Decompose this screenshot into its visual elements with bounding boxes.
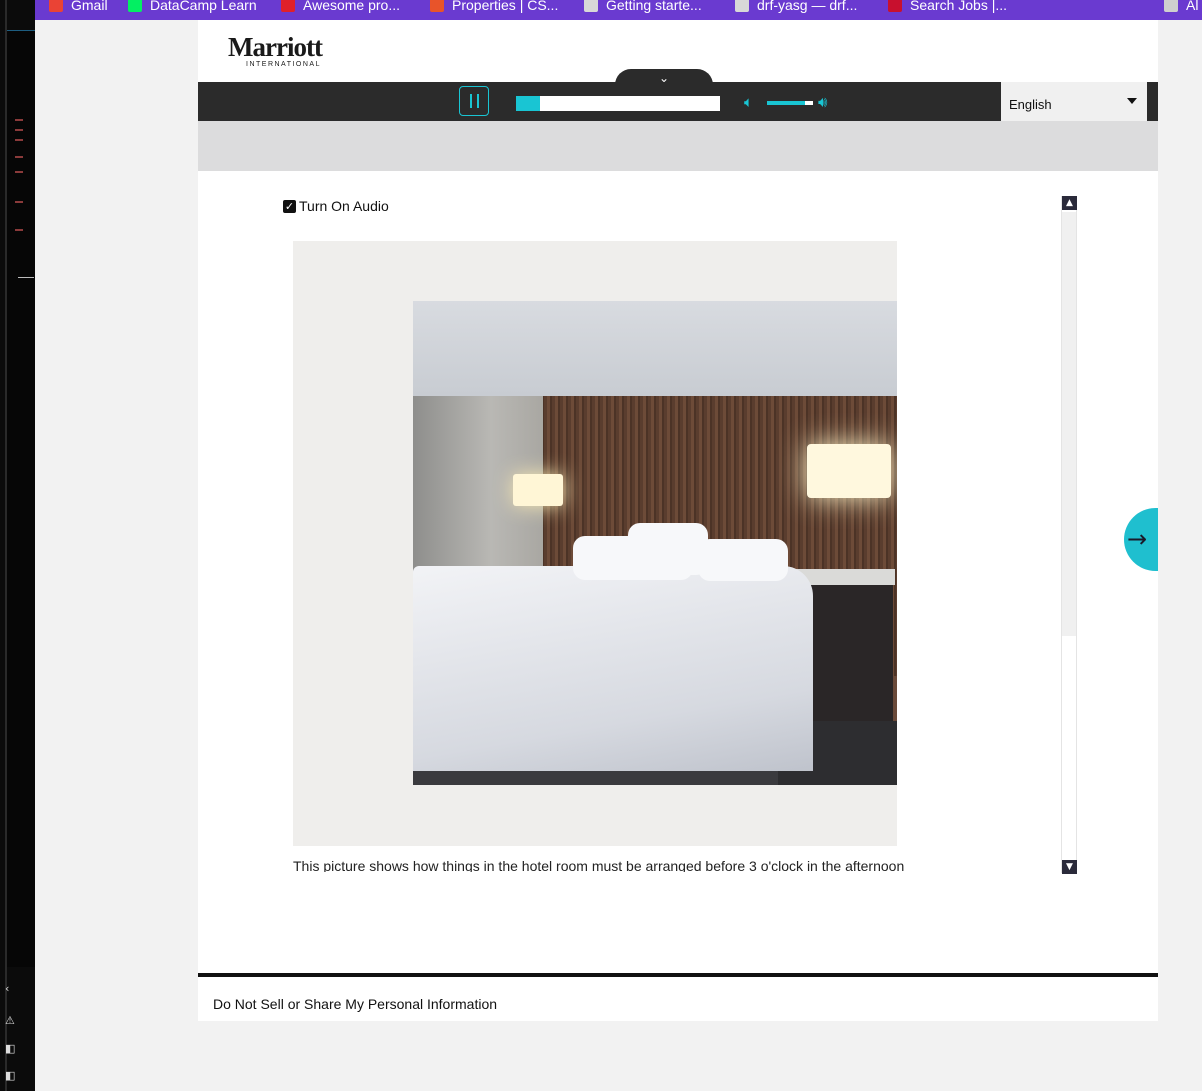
bookmark-drf-yasg[interactable]: drf-yasg — drf...: [735, 0, 857, 15]
panel-mark: [15, 229, 23, 231]
marriott-logo: Marriott INTERNATIONAL: [228, 34, 328, 70]
cube-icon[interactable]: ◧: [5, 1070, 15, 1081]
bookmark-folder[interactable]: Al: [1164, 0, 1198, 15]
photo-pillow: [698, 539, 788, 581]
photo-lamp-right: [807, 444, 891, 498]
jobs-icon: [888, 0, 902, 12]
cube-icon[interactable]: ◧: [5, 1043, 15, 1054]
bookmark-getting-started[interactable]: Getting starte...: [584, 0, 702, 15]
volume-slider[interactable]: [767, 101, 813, 105]
volume-fill: [767, 101, 805, 105]
content-scrollbar[interactable]: ▲ ▼: [1061, 196, 1077, 874]
audio-toggle-label: Turn On Audio: [299, 198, 389, 214]
privacy-link[interactable]: Do Not Sell or Share My Personal Informa…: [213, 996, 497, 1012]
pause-icon: [476, 94, 479, 108]
bookmark-label: DataCamp Learn: [150, 0, 257, 13]
scroll-up-icon[interactable]: ▲: [1062, 196, 1077, 210]
volume-low-icon[interactable]: 🔈︎: [744, 93, 753, 111]
panel-mark: [15, 171, 23, 173]
scrollbar-thumb[interactable]: [1062, 212, 1076, 636]
bookmarks-bar: Gmail DataCamp Learn Awesome pro... Prop…: [35, 0, 1202, 20]
gmail-icon: [49, 0, 63, 12]
bookmark-label: drf-yasg — drf...: [757, 0, 858, 13]
chevron-left-icon[interactable]: ‹: [5, 983, 15, 994]
panel-separator: [18, 277, 34, 278]
logo-wordmark: Marriott: [228, 32, 323, 62]
folder-icon: [1164, 0, 1178, 12]
header-band: [198, 121, 1158, 171]
logo-subtitle: INTERNATIONAL: [246, 61, 321, 68]
pause-button[interactable]: [459, 86, 489, 116]
photo-ceiling: [413, 301, 897, 396]
os-side-panel: ‹ ⚠ ◧ ◧: [0, 0, 35, 1091]
image-caption: This picture shows how things in the hot…: [293, 858, 905, 872]
course-page: Marriott INTERNATIONAL ⌄ 🔈︎ 🔊︎ English ✓…: [198, 20, 1158, 1021]
bookmark-gmail[interactable]: Gmail: [49, 0, 108, 15]
side-panel-content: [7, 30, 35, 967]
arrow-right-icon: →: [1127, 525, 1148, 553]
awesome-icon: [281, 0, 295, 12]
doc-icon: [584, 0, 598, 12]
language-value: English: [1009, 97, 1052, 112]
hotel-room-photo: [413, 301, 897, 785]
photo-pillow: [628, 523, 708, 575]
photo-lamp-left: [513, 474, 563, 506]
panel-mark: [15, 129, 23, 131]
warning-icon[interactable]: ⚠: [5, 1015, 15, 1026]
checkbox-checked-icon[interactable]: ✓: [283, 199, 296, 213]
image-frame: [293, 241, 897, 846]
bookmark-search-jobs[interactable]: Search Jobs |...: [888, 0, 1007, 15]
panel-mark: [15, 139, 23, 141]
volume-high-icon[interactable]: 🔊︎: [818, 93, 827, 111]
audio-toggle[interactable]: ✓ Turn On Audio: [283, 198, 389, 214]
progress-fill: [516, 96, 541, 111]
next-button[interactable]: →: [1124, 508, 1158, 571]
scroll-down-icon[interactable]: ▼: [1062, 860, 1077, 874]
panel-mark: [15, 119, 23, 121]
caret-down-icon: [1127, 98, 1137, 104]
asterisk-icon: [430, 0, 444, 12]
language-select[interactable]: English: [1001, 82, 1147, 121]
bookmark-datacamp[interactable]: DataCamp Learn: [128, 0, 257, 15]
datacamp-icon: [128, 0, 142, 12]
panel-mark: [15, 156, 23, 158]
panel-mark: [15, 201, 23, 203]
bookmark-awesome[interactable]: Awesome pro...: [281, 0, 400, 15]
bookmark-label: Properties | CS...: [452, 0, 559, 13]
bookmark-label: Getting starte...: [606, 0, 702, 13]
bookmark-label: Al: [1186, 0, 1199, 13]
photo-bed: [413, 566, 813, 771]
bookmark-label: Gmail: [71, 0, 108, 13]
bookmark-label: Awesome pro...: [303, 0, 401, 13]
pause-icon: [469, 94, 472, 108]
bookmark-label: Search Jobs |...: [910, 0, 1008, 13]
footer-divider: [198, 973, 1158, 977]
bookmark-properties[interactable]: Properties | CS...: [430, 0, 558, 15]
doc-icon: [735, 0, 749, 12]
playback-progress-bar[interactable]: [516, 96, 720, 111]
